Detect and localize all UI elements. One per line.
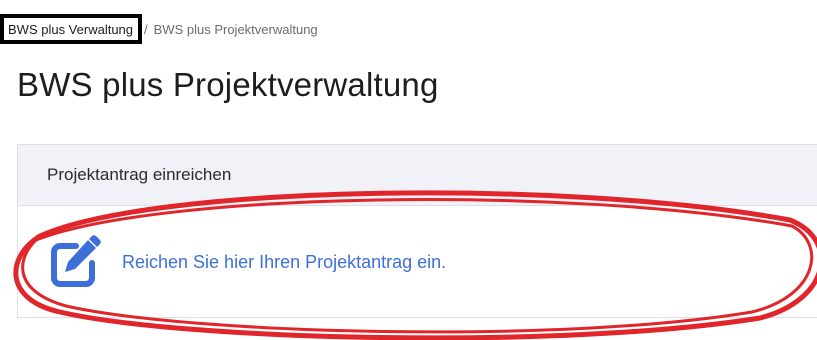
submit-project-label: Reichen Sie hier Ihren Projektantrag ein… [122,251,447,272]
breadcrumb-item-label: BWS plus Verwaltung [8,21,134,37]
breadcrumb-item-verwaltung[interactable]: BWS plus Verwaltung [0,14,143,44]
edit-icon [44,232,104,292]
breadcrumb-item-projektverwaltung[interactable]: BWS plus Projektverwaltung [154,22,318,37]
card-header: Projektantrag einreichen [18,145,817,206]
page-title: BWS plus Projektverwaltung [17,66,439,103]
breadcrumb: BWS plus Verwaltung / BWS plus Projektve… [0,14,318,44]
breadcrumb-separator: / [144,21,148,37]
card-body: Reichen Sie hier Ihren Projektantrag ein… [18,206,817,319]
submit-project-card: Projektantrag einreichen Reichen Sie hie… [17,144,817,318]
submit-project-link[interactable]: Reichen Sie hier Ihren Projektantrag ein… [44,232,446,292]
page: BWS plus Verwaltung / BWS plus Projektve… [0,0,817,340]
